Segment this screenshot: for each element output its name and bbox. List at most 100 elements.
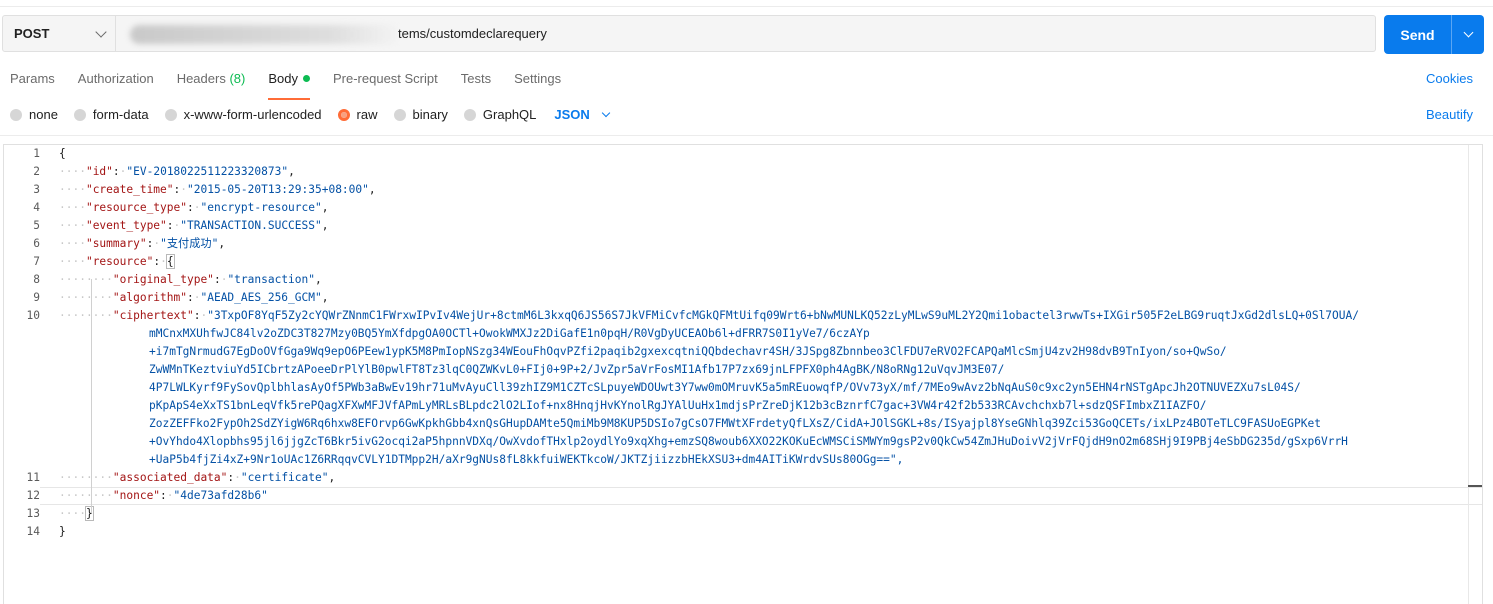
json-value: "4de73afd28b6" [173, 489, 268, 502]
send-button[interactable]: Send [1384, 15, 1451, 54]
radio-urlencoded[interactable] [164, 108, 177, 121]
code-line-wrap: ZozZEFFko2FypOh2SdZYigW6Rq6hxw8EFOrvp6Gw… [4, 415, 1482, 433]
line-number: 12 [26, 489, 40, 502]
tab-pre-request-script[interactable]: Pre-request Script [333, 71, 438, 91]
json-value: "2015-05-20T13:29:35+08:00" [187, 183, 369, 196]
json-key: "algorithm" [112, 291, 187, 304]
tab-body[interactable]: Body [268, 71, 310, 100]
option-label: form-data [92, 107, 149, 122]
line-number: 9 [33, 291, 40, 304]
code-editor[interactable]: 1{ 2 ····"id":·"EV-2018022511223320873", … [3, 144, 1483, 604]
json-value-wrap: +UaP5b4fjZi4xZ+9Nr1oUAc1Z6RRqqvCVLY1DTMp… [149, 453, 904, 466]
body-mode-urlencoded[interactable]: x-www-form-urlencoded [164, 107, 322, 122]
send-button-group: Send [1384, 15, 1484, 54]
radio-form-data[interactable] [73, 108, 86, 121]
code-line: 5 ····"event_type":·"TRANSACTION.SUCCESS"… [4, 217, 1482, 235]
editor-scrollbar[interactable] [1468, 145, 1482, 604]
line-number: 10 [26, 309, 40, 322]
headers-count: (8) [229, 71, 246, 86]
json-value: "transaction" [227, 273, 315, 286]
json-value: "encrypt-resource" [200, 201, 322, 214]
code-line-wrap: 4P7LWLKyrf9FySovQplbhlasAyOf5PWb3aBwEv19… [4, 379, 1482, 397]
code-line-wrap: +OvYhdo4Xlopbhs95jl6jjgZcT6Bkr5ivG2ocqi2… [4, 433, 1482, 451]
json-value-wrap: mMCnxMXUhfwJC84lv2oZDC3T827Mzy0BQ5YmXfdp… [149, 327, 870, 340]
body-mode-none[interactable]: none [10, 107, 58, 122]
code-line-wrap: mMCnxMXUhfwJC84lv2oZDC3T827Mzy0BQ5YmXfdp… [4, 325, 1482, 343]
body-mode-options: none form-data x-www-form-urlencoded raw… [10, 107, 611, 122]
request-url-bar: POST tems/customdeclarequery [2, 15, 1376, 54]
section-divider [0, 135, 1493, 136]
body-mode-binary[interactable]: binary [393, 107, 448, 122]
language-label: JSON [554, 107, 590, 122]
radio-binary[interactable] [393, 108, 406, 121]
language-select[interactable]: JSON [554, 107, 611, 122]
json-key: "summary" [85, 237, 147, 250]
option-label: raw [356, 107, 378, 122]
code-line: 4 ····"resource_type":·"encrypt-resource"… [4, 199, 1482, 217]
line-number: 7 [33, 255, 40, 268]
line-number: 2 [33, 165, 40, 178]
body-indicator-dot [302, 75, 310, 82]
redacted-url-blur [130, 25, 400, 44]
json-key: "id" [85, 165, 113, 178]
tab-tests[interactable]: Tests [461, 71, 491, 91]
top-divider [0, 6, 1493, 7]
radio-none[interactable] [10, 108, 22, 121]
line-number: 8 [33, 273, 40, 286]
json-key: "event_type" [85, 219, 167, 232]
url-input[interactable]: tems/customdeclarequery [116, 15, 1376, 52]
code-line: 10 ········"ciphertext":·"3TxpOF8YqF5Zy2c… [4, 307, 1482, 325]
json-value: "3TxpOF8YqF5Zy2cYQWrZNnmC1FWrxwIPvIv4Wej… [207, 309, 1359, 322]
code-line: 7 ····"resource":·{ [4, 253, 1482, 271]
json-value-wrap: pKpApS4eXxTS1bnLeqVfk5rePQagXFXwMFJVfAPm… [149, 399, 1207, 412]
json-value-wrap: 4P7LWLKyrf9FySovQplbhlasAyOf5PWb3aBwEv19… [149, 381, 1301, 394]
line-number: 11 [26, 471, 40, 484]
beautify-link[interactable]: Beautify [1426, 107, 1473, 122]
tab-label: Body [268, 71, 298, 86]
url-text: tems/customdeclarequery [398, 26, 547, 41]
body-mode-raw[interactable]: raw [337, 107, 378, 122]
radio-raw[interactable] [337, 108, 350, 121]
radio-graphql[interactable] [463, 108, 476, 121]
code-line-wrap: +i7mTgNrmudG7EgDoOVfGga9Wq9epO6PEew1ypK5… [4, 343, 1482, 361]
code-line: 2 ····"id":·"EV-2018022511223320873", [4, 163, 1482, 181]
tab-headers[interactable]: Headers (8) [177, 71, 246, 91]
code-line: 14} [4, 523, 1482, 541]
json-key: "ciphertext" [112, 309, 194, 322]
json-value-wrap: +i7mTgNrmudG7EgDoOVfGga9Wq9epO6PEew1ypK5… [149, 345, 1227, 358]
send-options-button[interactable] [1451, 15, 1484, 54]
json-key: "original_type" [112, 273, 214, 286]
indent-guide [91, 279, 92, 513]
cookies-link[interactable]: Cookies [1426, 71, 1473, 86]
option-label: binary [412, 107, 448, 122]
code-line: 13 ····} [4, 505, 1482, 523]
code-line-current: 12 ········"nonce":·"4de73afd28b6" [4, 487, 1482, 505]
code-line: 11 ········"associated_data":·"certificat… [4, 469, 1482, 487]
request-tabs: Params Authorization Headers (8) Body Pr… [10, 71, 584, 100]
option-label: x-www-form-urlencoded [183, 107, 322, 122]
code-line: 6 ····"summary":·"支付成功", [4, 235, 1482, 253]
code-line-wrap: pKpApS4eXxTS1bnLeqVfk5rePQagXFXwMFJVfAPm… [4, 397, 1482, 415]
method-label: POST [14, 26, 50, 41]
json-value-wrap: ZwWMnTKeztviuYd5ICbrtzAPoeeDrPlYlB0pwlFT… [149, 363, 1005, 376]
body-mode-graphql[interactable]: GraphQL [463, 107, 536, 122]
body-mode-form-data[interactable]: form-data [73, 107, 149, 122]
tab-params[interactable]: Params [10, 71, 55, 91]
json-value: "支付成功" [160, 237, 219, 250]
code-line: 1{ [4, 145, 1482, 163]
json-key: "nonce" [112, 489, 161, 502]
json-value: "TRANSACTION.SUCCESS" [180, 219, 322, 232]
json-key: "associated_data" [112, 471, 228, 484]
json-value-wrap: +OvYhdo4Xlopbhs95jl6jjgZcT6Bkr5ivG2ocqi2… [149, 435, 1348, 448]
tab-authorization[interactable]: Authorization [78, 71, 154, 91]
tab-settings[interactable]: Settings [514, 71, 561, 91]
tab-label: Pre-request Script [332, 71, 438, 86]
chevron-down-icon [601, 108, 611, 118]
line-number: 13 [26, 507, 40, 520]
tab-label: Tests [460, 71, 492, 86]
json-value: "certificate" [240, 471, 329, 484]
method-select[interactable]: POST [2, 15, 116, 52]
code-line: 3 ····"create_time":·"2015-05-20T13:29:35… [4, 181, 1482, 199]
line-number: 3 [33, 183, 40, 196]
json-key: "resource" [85, 255, 154, 268]
